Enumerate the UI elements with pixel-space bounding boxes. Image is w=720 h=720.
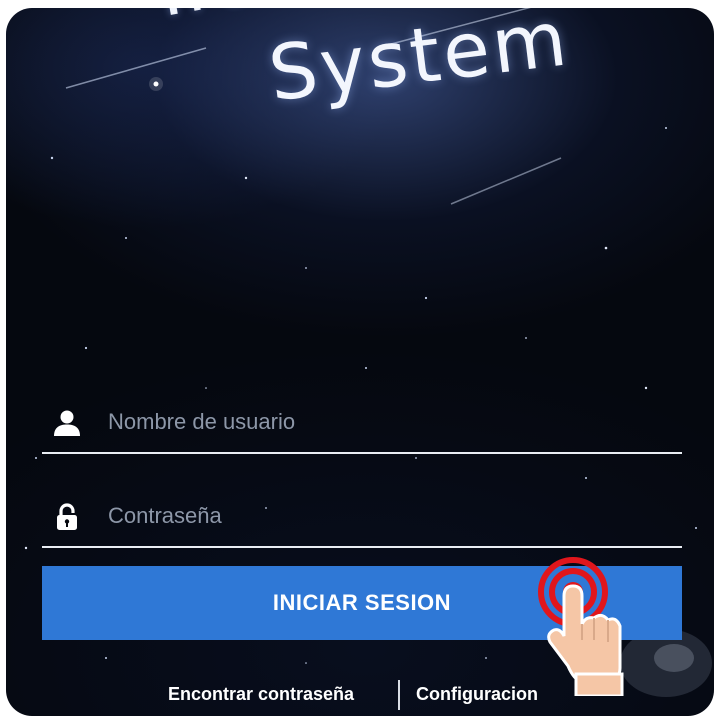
tap-hand-icon: [538, 557, 624, 696]
find-password-link[interactable]: Encontrar contraseña: [168, 684, 354, 705]
link-divider: [398, 680, 400, 710]
login-screen: Tracking System Nombre de usuario Contra…: [6, 8, 714, 716]
username-placeholder: Nombre de usuario: [108, 409, 296, 434]
settings-link[interactable]: Configuracion: [416, 684, 538, 705]
password-placeholder: Contraseña: [108, 503, 222, 528]
username-field[interactable]: Nombre de usuario: [42, 394, 682, 454]
user-icon: [54, 410, 80, 436]
padlock-icon: [57, 503, 77, 530]
password-field[interactable]: Contraseña: [42, 488, 682, 548]
